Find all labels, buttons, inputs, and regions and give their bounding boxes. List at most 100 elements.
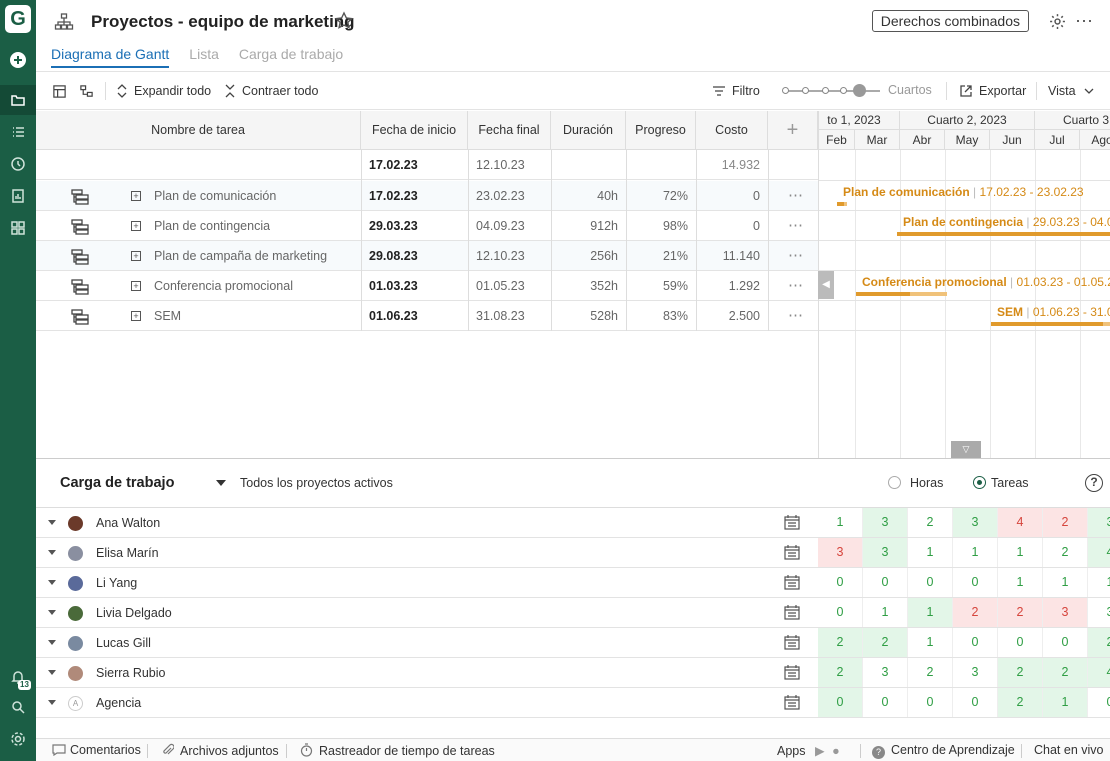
- column-progress[interactable]: Progreso: [626, 111, 696, 150]
- person-name[interactable]: Agencia: [96, 696, 141, 710]
- workload-cell[interactable]: 0: [1043, 628, 1088, 657]
- column-settings-icon[interactable]: [52, 72, 73, 110]
- hierarchy-toggle-icon[interactable]: [79, 72, 100, 110]
- workload-cell[interactable]: 1: [908, 538, 953, 567]
- workload-cell[interactable]: 2: [863, 628, 908, 657]
- workload-cell[interactable]: 2: [998, 598, 1043, 627]
- workload-cell[interactable]: 3: [1043, 598, 1088, 627]
- apps-link[interactable]: Apps ▶ ●: [777, 743, 840, 758]
- table-row[interactable]: + SEM 01.06.23 31.08.23 528h 83% 2.500 ⋯: [36, 301, 818, 331]
- workload-cell[interactable]: 3: [863, 658, 908, 687]
- comments-button[interactable]: Comentarios: [52, 743, 141, 757]
- expand-row-icon[interactable]: +: [131, 221, 141, 231]
- workload-cell[interactable]: 1: [908, 628, 953, 657]
- workload-cell[interactable]: 1: [953, 538, 998, 567]
- row-menu-icon[interactable]: ⋯: [788, 241, 803, 271]
- clock-icon[interactable]: [0, 149, 36, 179]
- view-dropdown[interactable]: Vista: [1048, 72, 1100, 110]
- person-name[interactable]: Li Yang: [96, 576, 137, 590]
- tab-gantt[interactable]: Diagrama de Gantt: [51, 46, 170, 68]
- app-logo[interactable]: G: [5, 5, 31, 33]
- workload-cell[interactable]: 2: [1043, 538, 1088, 567]
- workload-cell[interactable]: 0: [953, 568, 998, 597]
- row-toggle-icon[interactable]: [48, 700, 56, 705]
- search-icon[interactable]: [0, 692, 36, 722]
- workload-cell[interactable]: 1: [908, 598, 953, 627]
- column-start-date[interactable]: Fecha de inicio: [361, 111, 468, 150]
- tab-workload[interactable]: Carga de trabajo: [239, 46, 343, 68]
- list-icon[interactable]: [0, 117, 36, 147]
- workload-cell[interactable]: 3: [818, 538, 863, 567]
- collapse-all-button[interactable]: Contraer todo: [224, 72, 318, 110]
- table-row[interactable]: + Plan de comunicación 17.02.23 23.02.23…: [36, 181, 818, 211]
- row-menu-icon[interactable]: ⋯: [788, 181, 803, 211]
- calendar-icon[interactable]: [784, 575, 800, 593]
- person-name[interactable]: Elisa Marín: [96, 546, 159, 560]
- workload-cell[interactable]: 1: [1043, 688, 1088, 717]
- settings-gear-icon[interactable]: [1049, 13, 1066, 33]
- expand-row-icon[interactable]: +: [131, 191, 141, 201]
- calendar-icon[interactable]: [784, 545, 800, 563]
- workload-row[interactable]: Li Yang 0 0 0 0 1 1 1: [36, 568, 1110, 598]
- table-row[interactable]: + Plan de campaña de marketing 29.08.23 …: [36, 241, 818, 271]
- row-toggle-icon[interactable]: [48, 610, 56, 615]
- workload-cell[interactable]: 0: [953, 628, 998, 657]
- row-menu-icon[interactable]: ⋯: [788, 271, 803, 301]
- workload-row[interactable]: Sierra Rubio 2 3 2 3 2 2 4: [36, 658, 1110, 688]
- task-name[interactable]: Plan de campaña de marketing: [154, 241, 327, 271]
- calendar-icon[interactable]: [784, 695, 800, 713]
- workload-cell[interactable]: 2: [818, 658, 863, 687]
- workload-cell[interactable]: 0: [863, 688, 908, 717]
- attachments-button[interactable]: Archivos adjuntos: [162, 743, 279, 758]
- star-icon[interactable]: [334, 11, 354, 34]
- workload-cell[interactable]: 0: [818, 598, 863, 627]
- panel-resize-handle[interactable]: ▽: [951, 441, 981, 458]
- workload-cell[interactable]: 2: [953, 598, 998, 627]
- tasks-radio[interactable]: [973, 476, 986, 489]
- time-tracker-button[interactable]: Rastreador de tiempo de tareas: [300, 743, 495, 758]
- calendar-icon[interactable]: [784, 605, 800, 623]
- table-row[interactable]: + Conferencia promocional 01.03.23 01.05…: [36, 271, 818, 301]
- workload-cell[interactable]: 0: [863, 568, 908, 597]
- workload-cell[interactable]: 3: [953, 658, 998, 687]
- workload-cell[interactable]: 1: [1043, 568, 1088, 597]
- task-name[interactable]: SEM: [154, 301, 181, 331]
- gantt-bar-label[interactable]: Conferencia promocional | 01.03.23 - 01.…: [862, 275, 1110, 289]
- workload-row[interactable]: A Agencia 0 0 0 0 2 1 0: [36, 688, 1110, 718]
- learning-center-link[interactable]: ? Centro de Aprendizaje: [872, 743, 1015, 759]
- workload-cell[interactable]: 2: [1088, 628, 1110, 657]
- expand-row-icon[interactable]: +: [131, 311, 141, 321]
- tab-list[interactable]: Lista: [189, 46, 219, 68]
- workload-cell[interactable]: 1: [1088, 568, 1110, 597]
- gantt-bar-label[interactable]: SEM | 01.06.23 - 31.08.23: [997, 305, 1110, 319]
- export-button[interactable]: Exportar: [959, 72, 1026, 110]
- column-cost[interactable]: Costo: [696, 111, 768, 150]
- more-options-icon[interactable]: ⋯: [1075, 11, 1093, 32]
- workload-cell[interactable]: 1: [863, 598, 908, 627]
- table-row[interactable]: + Plan de contingencia 29.03.23 04.09.23…: [36, 211, 818, 241]
- workload-cell[interactable]: 2: [1043, 658, 1088, 687]
- person-name[interactable]: Lucas Gill: [96, 636, 151, 650]
- row-toggle-icon[interactable]: [48, 550, 56, 555]
- expand-row-icon[interactable]: +: [131, 251, 141, 261]
- workload-cell[interactable]: 1: [998, 568, 1043, 597]
- workload-cell[interactable]: 4: [1088, 538, 1110, 567]
- workload-cell[interactable]: 0: [908, 688, 953, 717]
- person-name[interactable]: Ana Walton: [96, 516, 160, 530]
- workload-cell[interactable]: 0: [998, 628, 1043, 657]
- workload-cell[interactable]: 1: [818, 508, 863, 537]
- folder-icon[interactable]: [0, 85, 36, 115]
- plus-icon[interactable]: [0, 45, 36, 75]
- row-toggle-icon[interactable]: [48, 640, 56, 645]
- workload-cell[interactable]: 2: [908, 508, 953, 537]
- workload-cell[interactable]: 4: [998, 508, 1043, 537]
- workload-cell[interactable]: 2: [998, 688, 1043, 717]
- workload-cell[interactable]: 0: [818, 688, 863, 717]
- workload-cell[interactable]: 3: [953, 508, 998, 537]
- workload-cell[interactable]: 3: [1088, 508, 1110, 537]
- workload-row[interactable]: Livia Delgado 0 1 1 2 2 3 3: [36, 598, 1110, 628]
- gantt-bar[interactable]: [897, 232, 1110, 236]
- workload-row[interactable]: Ana Walton 1 3 2 3 4 2 3: [36, 508, 1110, 538]
- apps-icon[interactable]: [0, 213, 36, 243]
- gantt-bar-label[interactable]: Plan de contingencia | 29.03.23 - 04.09.…: [903, 215, 1110, 229]
